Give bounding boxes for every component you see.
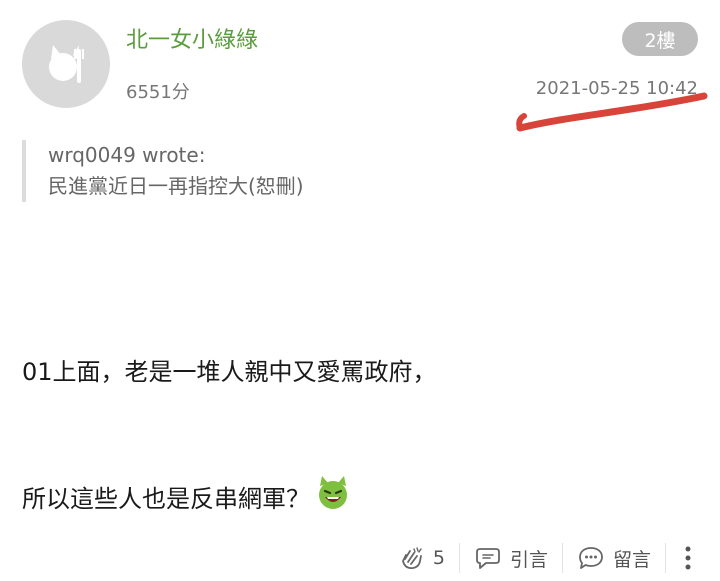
avatar-cat-fork-icon [49,45,84,83]
like-button[interactable]: 5 [385,545,459,571]
username[interactable]: 北一女小綠綠 [126,22,258,54]
quote-label: 引言 [509,548,548,571]
post-body-line: 01上面，老是一堆人親中又愛罵政府， [22,358,437,386]
post-body-text: 所以這些人也是反串網軍？ [22,484,310,513]
clap-icon [401,547,422,570]
reply-label: 留言 [612,548,651,571]
post-action-bar: 5 引言 留言 [0,538,720,578]
quote-text: 民進黨近日一再指控大(恕刪) [48,174,304,198]
avatar[interactable] [22,20,110,108]
quote-author: wrq0049 wrote: [48,143,206,167]
reply-button[interactable]: 留言 [563,545,665,572]
more-vertical-icon [685,546,691,570]
devil-emoji-icon [316,476,350,516]
more-options-button[interactable] [666,545,702,571]
comment-bubble-icon [579,547,603,569]
like-count: 5 [432,547,445,569]
user-score: 6551分 [126,82,190,103]
red-underline-annotation [516,92,708,132]
quote-block: wrq0049 wrote: 民進黨近日一再指控大(恕刪) [22,140,508,202]
quote-button[interactable]: 引言 [460,545,562,572]
post-body-line-2: 所以這些人也是反串網軍？ [22,476,350,516]
quote-bubble-icon [476,548,500,569]
floor-badge: 2樓 [622,22,698,56]
